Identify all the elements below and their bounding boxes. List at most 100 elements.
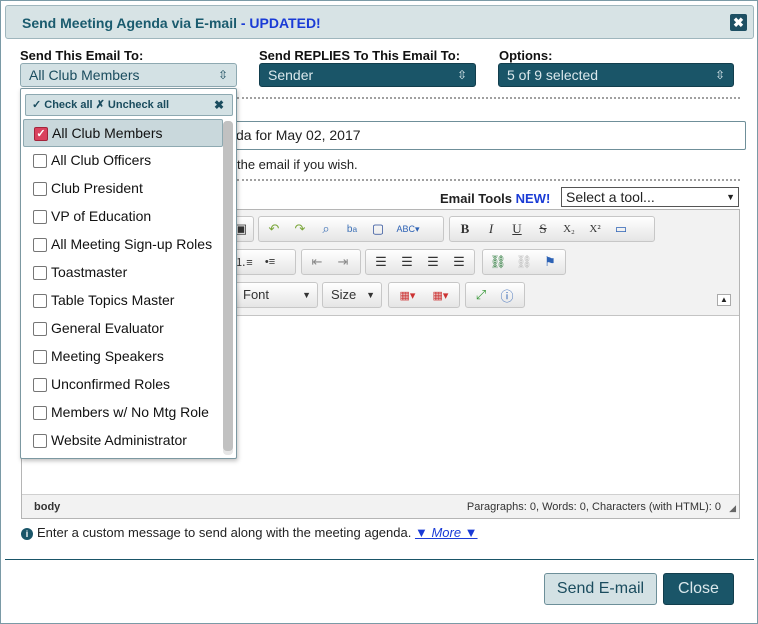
dropdown-option[interactable]: General Evaluator [23,315,221,343]
replies-to-label: Send REPLIES To This Email To: [259,48,461,63]
replies-to-arrow-icon: ⇳ [456,68,467,82]
bulleted-list-icon[interactable]: •≡ [259,251,281,273]
options-select[interactable]: 5 of 9 selected ⇳ [498,63,734,87]
unlink-icon[interactable]: ⛓ [513,251,535,273]
dropdown-close-icon[interactable]: ✖ [214,95,224,115]
editor-statusbar: body Paragraphs: 0, Words: 0, Characters… [22,494,739,518]
checkbox-icon[interactable] [33,154,47,168]
option-label: Table Topics Master [51,292,175,308]
email-tools-select[interactable]: Select a tool... ▼ [561,187,739,207]
send-to-select[interactable]: All Club Members ⇳ [20,63,237,87]
checkbox-icon[interactable] [33,266,47,280]
align-left-icon[interactable]: ☰ [370,251,392,273]
dropdown-option[interactable]: Website Administrator [23,427,221,455]
toolbar-group-7: ⛓ ⛓ ⚑ [482,249,566,275]
replies-to-select[interactable]: Sender ⇳ [259,63,476,87]
options-arrow-icon: ⇳ [714,68,725,82]
dropdown-option[interactable]: Members w/ No Mtg Role [23,399,221,427]
dropdown-option[interactable]: Table Topics Master [23,287,221,315]
link-icon[interactable]: ⛓ [487,251,509,273]
toolbar-group-3: B I U S X₂ X² ▭ [449,216,655,242]
option-label: General Evaluator [51,320,164,336]
close-button[interactable]: Close [663,573,734,605]
font-combo[interactable]: Font ▼ [228,282,318,308]
checkbox-icon[interactable] [33,294,47,308]
more-link[interactable]: ▼ More ▼ [415,525,478,540]
dropdown-option[interactable]: All Club Officers [23,147,221,175]
email-tools-arrow-icon: ▼ [726,192,735,202]
underline-icon[interactable]: U [506,218,528,240]
dropdown-option[interactable]: All Meeting Sign-up Roles [23,231,221,259]
subscript-icon[interactable]: X₂ [558,218,580,240]
dialog-close-icon[interactable]: ✖ [730,14,747,31]
option-label: Unconfirmed Roles [51,376,171,392]
uncheck-all-link[interactable]: ✗ Uncheck all [96,99,169,111]
redo-icon[interactable]: ↷ [289,218,311,240]
align-center-icon[interactable]: ☰ [396,251,418,273]
new-badge: NEW! [515,191,551,206]
align-justify-icon[interactable]: ☰ [448,251,470,273]
toolbar-group-8: ▦▾ ▦▾ [388,282,460,308]
dropdown-scroll-thumb[interactable] [223,121,233,451]
toolbar-group-9: ⤢ ⓘ [465,282,525,308]
bold-icon[interactable]: B [454,218,476,240]
toolbar-group-6: ☰ ☰ ☰ ☰ [365,249,475,275]
toolbar-group-5: ⇤ ⇥ [301,249,361,275]
send-email-button[interactable]: Send E-mail [544,573,657,605]
table-icon[interactable]: ▦▾ [426,284,455,306]
dropdown-option[interactable]: ✓ All Club Members [23,119,223,147]
check-all-link[interactable]: ✓ Check all [32,99,93,111]
outdent-icon[interactable]: ⇤ [306,251,328,273]
dropdown-option[interactable]: Unconfirmed Roles [23,371,221,399]
dropdown-option[interactable]: Toastmaster [23,259,221,287]
checkbox-checked-icon[interactable]: ✓ [34,127,48,141]
send-to-dropdown: ✓ Check all ✗ Uncheck all ✖ ✓ All Club M… [20,88,237,459]
maximize-icon[interactable]: ⤢ [470,284,492,306]
toolbar-collapse-icon[interactable]: ▲ [717,294,731,306]
spellcheck-icon[interactable]: ABC▾ [393,218,423,240]
checkbox-icon[interactable] [33,210,47,224]
align-right-icon[interactable]: ☰ [422,251,444,273]
editor-element-path: body [34,501,61,513]
anchor-flag-icon[interactable]: ⚑ [539,251,561,273]
checkbox-icon[interactable] [33,378,47,392]
section-divider [237,97,740,99]
dropdown-scrollbar[interactable] [223,121,233,455]
dialog-titlebar: Send Meeting Agenda via E-mail - UPDATED… [5,5,754,39]
subject-hint: the email if you wish. [237,157,358,172]
remove-format-icon[interactable]: ▭ [610,218,632,240]
indent-icon[interactable]: ⇥ [332,251,354,273]
subject-input[interactable]: da for May 02, 2017 [229,121,746,150]
dropdown-list: ✓ All Club Members All Club Officers Clu… [23,119,223,455]
resize-grip-icon[interactable]: ◢ [729,503,736,514]
checkbox-icon[interactable] [33,350,47,364]
italic-icon[interactable]: I [480,218,502,240]
dropdown-option[interactable]: Club President [23,175,221,203]
checkbox-icon[interactable] [33,406,47,420]
superscript-icon[interactable]: X² [584,218,606,240]
about-info-icon[interactable]: ⓘ [496,284,518,306]
select-all-icon[interactable]: ▢ [367,218,389,240]
send-to-arrow-icon: ⇳ [217,68,228,82]
checkbox-icon[interactable] [33,322,47,336]
strikethrough-icon[interactable]: S [532,218,554,240]
dropdown-option[interactable]: VP of Education [23,203,221,231]
undo-icon[interactable]: ↶ [263,218,285,240]
checkbox-icon[interactable] [33,238,47,252]
info-icon: i [21,528,33,540]
replies-to-value: Sender [268,67,314,83]
option-label: All Club Officers [51,152,152,168]
find-icon[interactable]: ⌕ [315,218,337,240]
checkbox-icon[interactable] [33,182,47,196]
option-label: Members w/ No Mtg Role [51,404,209,420]
option-label: Club President [51,180,143,196]
info-text: Enter a custom message to send along wit… [37,525,412,540]
size-combo-label: Size [331,287,357,302]
toolbar-group-2: ↶ ↷ ⌕ ba ▢ ABC▾ [258,216,444,242]
size-combo[interactable]: Size ▼ [322,282,382,308]
replace-icon[interactable]: ba [341,218,363,240]
dropdown-option[interactable]: Meeting Speakers [23,343,221,371]
font-combo-arrow-icon: ▼ [302,290,311,300]
checkbox-icon[interactable] [33,434,47,448]
text-color-icon[interactable]: ▦▾ [393,284,422,306]
